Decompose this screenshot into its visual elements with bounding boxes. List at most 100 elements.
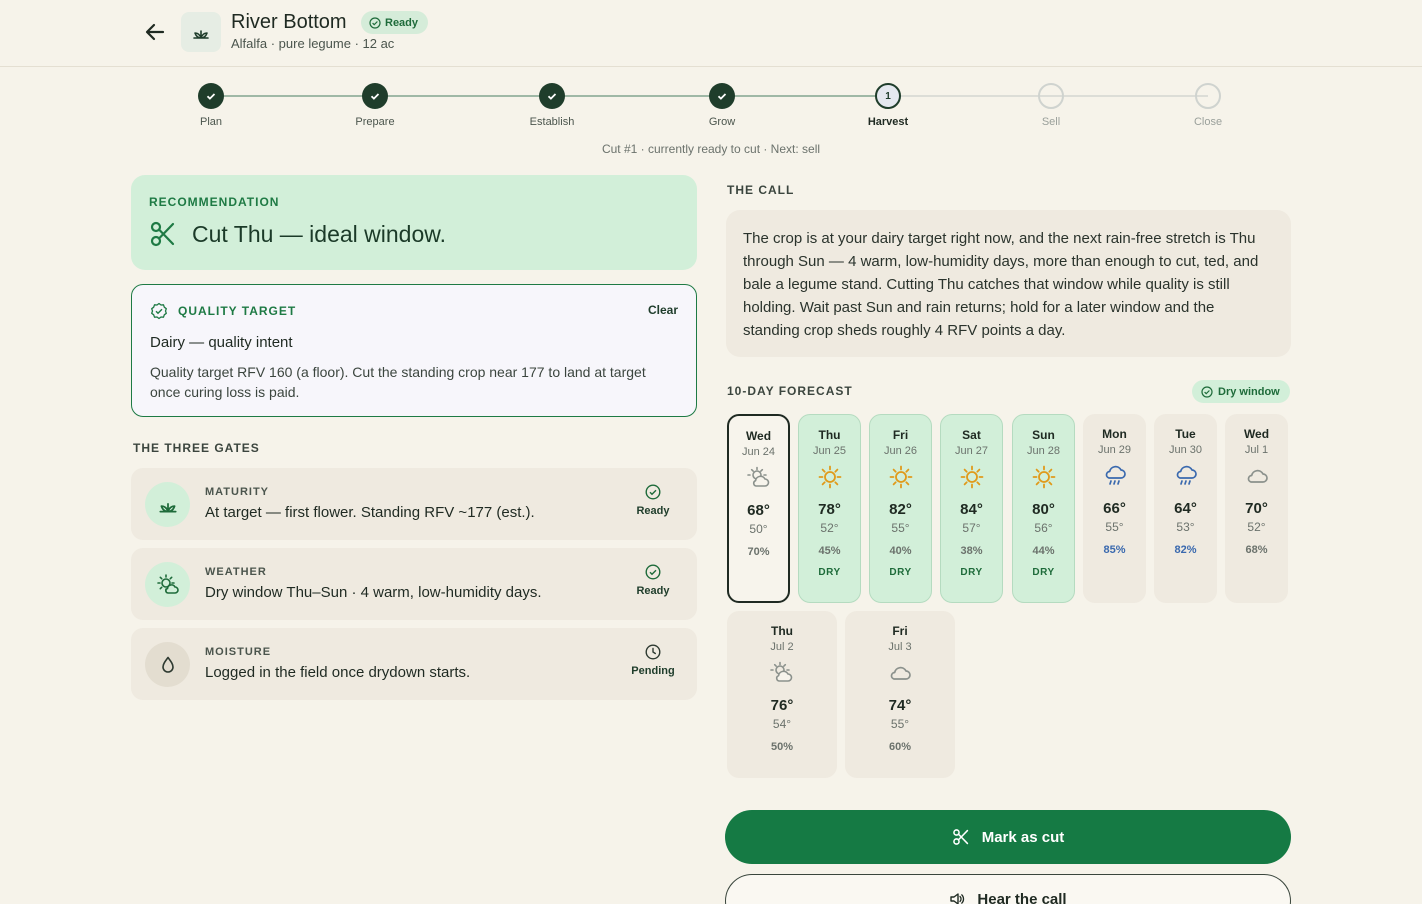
step-label: Establish: [529, 116, 575, 128]
step-done-marker: [362, 83, 388, 109]
step-label: Prepare: [355, 116, 395, 128]
quality-target-card: QUALITY TARGET Clear Dairy — quality int…: [131, 284, 697, 417]
gate-description: Dry window Thu–Sun · 4 warm, low-humidit…: [205, 584, 542, 601]
sun-icon: [888, 465, 914, 489]
low-temp: 50°: [749, 522, 768, 536]
rain-icon: [1102, 464, 1128, 488]
dry-tag: DRY: [818, 567, 841, 578]
gate-status: Ready: [623, 564, 683, 597]
day-name: Wed: [1243, 427, 1270, 441]
day-date: Jun 25: [812, 445, 847, 457]
precip-chance: 68%: [1245, 544, 1268, 556]
high-temp: 70°: [1245, 500, 1268, 517]
day-name: Fri: [892, 624, 908, 638]
gate-moisture: MOISTURE Logged in the field once drydow…: [131, 628, 697, 700]
gate-icon-wrap: [145, 482, 190, 527]
day-name: Thu: [818, 428, 841, 442]
gate-status-label: Ready: [636, 505, 670, 517]
forecast-day-card[interactable]: Thu Jun 25 78° 52° 45% DRY: [798, 414, 861, 603]
day-date: Jun 28: [1026, 445, 1061, 457]
mark-as-cut-button[interactable]: Mark as cut: [725, 810, 1291, 864]
precip-chance: 38%: [960, 545, 983, 557]
forecast-day-card[interactable]: Sat Jun 27 84° 57° 38% DRY: [940, 414, 1003, 603]
forecast-day-card[interactable]: Sun Jun 28 80° 56° 44% DRY: [1012, 414, 1075, 603]
precip-chance: 60%: [888, 741, 912, 753]
forecast-day-card[interactable]: Fri Jun 26 82° 55° 40% DRY: [869, 414, 932, 603]
recommendation-title: Cut Thu — ideal window.: [192, 221, 446, 247]
day-name: Mon: [1102, 427, 1127, 441]
hear-the-call-button[interactable]: Hear the call: [725, 874, 1291, 904]
the-call-text: The crop is at your dairy target right n…: [726, 210, 1291, 357]
check-circle-icon: [1201, 385, 1213, 398]
high-temp: 64°: [1174, 500, 1197, 517]
rain-icon: [1173, 464, 1199, 488]
low-temp: 55°: [1105, 520, 1124, 534]
day-date: Jul 1: [1244, 444, 1269, 456]
step-prepare[interactable]: Prepare: [325, 83, 425, 128]
precip-chance: 85%: [1103, 544, 1126, 556]
step-grow[interactable]: Grow: [672, 83, 772, 128]
step-current-marker: 1: [875, 83, 901, 109]
gate-eyebrow: WEATHER: [205, 566, 267, 578]
workflow-stepper: Plan Prepare Establish Grow 1 Harvest Se…: [0, 70, 1422, 160]
low-temp: 53°: [1176, 520, 1195, 534]
cloud-icon: [1244, 464, 1270, 488]
step-label: Sell: [1041, 116, 1061, 128]
forecast-day-card[interactable]: Thu Jul 2 76° 54° 50%: [727, 611, 837, 778]
forecast-day-card[interactable]: Wed Jul 1 70° 52° 68%: [1225, 414, 1288, 603]
precip-chance: 82%: [1174, 544, 1197, 556]
step-label: Harvest: [867, 116, 909, 128]
check-circle-icon: [645, 564, 661, 580]
quality-target-title: Dairy — quality intent: [150, 334, 293, 351]
day-name: Thu: [771, 624, 793, 638]
forecast-day-card[interactable]: Mon Jun 29 66° 55° 85%: [1083, 414, 1146, 603]
day-date: Jun 24: [741, 446, 776, 458]
clear-quality-target-button[interactable]: Clear: [648, 303, 678, 317]
check-icon: [370, 93, 380, 100]
day-date: Jul 2: [770, 641, 794, 653]
the-call-heading: THE CALL: [727, 183, 795, 197]
precip-chance: 44%: [1032, 545, 1055, 557]
gate-description: At target — first flower. Standing RFV ~…: [205, 504, 535, 521]
dry-tag: DRY: [960, 567, 983, 578]
low-temp: 55°: [890, 717, 910, 731]
droplet-icon: [161, 656, 174, 673]
clock-icon: [645, 644, 661, 660]
precip-chance: 45%: [818, 545, 841, 557]
step-sell[interactable]: Sell: [1001, 83, 1101, 128]
sun-icon: [1031, 465, 1057, 489]
step-todo-marker: [1038, 83, 1064, 109]
app-header: River Bottom Ready Alfalfa · pure legume…: [0, 0, 1422, 67]
low-temp: 57°: [962, 521, 981, 535]
forecast-day-card[interactable]: Wed Jun 24 68° 50° 70%: [727, 414, 790, 603]
check-icon: [717, 93, 727, 100]
precip-chance: 50%: [770, 741, 794, 753]
day-date: Jun 29: [1097, 444, 1132, 456]
forecast-day-card[interactable]: Tue Jun 30 64° 53° 82%: [1154, 414, 1217, 603]
step-establish[interactable]: Establish: [502, 83, 602, 128]
sun-icon: [817, 465, 843, 489]
step-todo-marker: [1195, 83, 1221, 109]
gate-maturity: MATURITY At target — first flower. Stand…: [131, 468, 697, 540]
step-harvest[interactable]: 1 Harvest: [838, 83, 938, 128]
quality-target-eyebrow: QUALITY TARGET: [178, 304, 297, 318]
step-close[interactable]: Close: [1158, 83, 1258, 128]
high-temp: 76°: [770, 697, 794, 714]
sun-cloud-icon: [156, 573, 179, 594]
field-subtitle: Alfalfa · pure legume · 12 ac: [231, 36, 395, 51]
gate-status-label: Pending: [631, 665, 675, 677]
low-temp: 52°: [1247, 520, 1266, 534]
badge-check-icon: [151, 302, 167, 320]
stepper-status-note: Cut #1 · currently ready to cut · Next: …: [601, 142, 821, 156]
high-temp: 84°: [960, 501, 983, 518]
check-icon: [547, 93, 557, 100]
high-temp: 82°: [889, 501, 912, 518]
sprout-icon: [193, 30, 209, 39]
step-plan[interactable]: Plan: [161, 83, 261, 128]
back-button[interactable]: [140, 18, 170, 46]
step-label: Close: [1193, 116, 1223, 128]
forecast-day-card[interactable]: Fri Jul 3 74° 55° 60%: [845, 611, 955, 778]
scissors-icon: [952, 829, 968, 845]
gate-weather: WEATHER Dry window Thu–Sun · 4 warm, low…: [131, 548, 697, 620]
quality-target-description: Quality target RFV 160 (a floor). Cut th…: [150, 364, 646, 400]
